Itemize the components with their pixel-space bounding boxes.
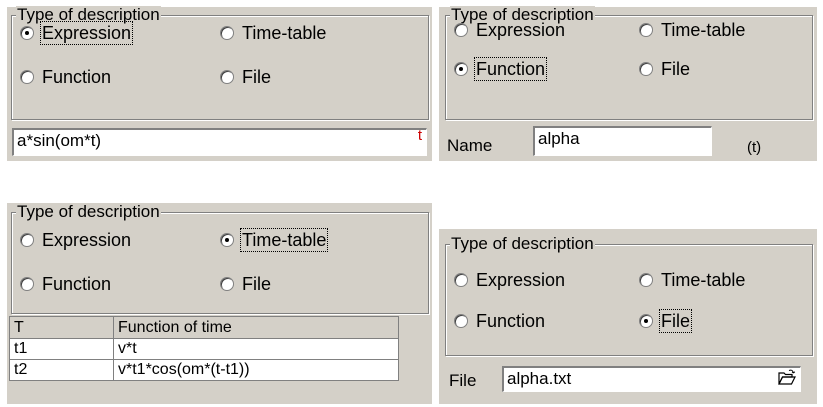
radio-selected-icon	[639, 314, 653, 328]
radio-selected-icon	[454, 62, 468, 76]
radio-timetable[interactable]: Time-table	[639, 269, 746, 291]
file-path-value: alpha.txt	[507, 369, 572, 388]
radio-icon	[639, 23, 653, 37]
timetable-panel: Type of description Expression Time-tabl…	[7, 203, 432, 404]
radio-timetable[interactable]: Time-table	[639, 19, 746, 41]
radio-label: Time-table	[239, 228, 329, 252]
radio-label: Expression	[42, 230, 132, 250]
file-label: File	[449, 371, 477, 390]
group-title: Type of description	[16, 202, 161, 221]
group-title: Type of description	[450, 234, 595, 253]
column-header-function[interactable]: Function of time	[113, 316, 399, 339]
radio-icon	[454, 314, 468, 328]
radio-expression[interactable]: Expression	[454, 19, 566, 41]
radio-selected-icon	[220, 233, 234, 247]
radio-label: Expression	[476, 20, 566, 40]
description-type-group: Type of description Expression Time-tabl…	[11, 203, 429, 314]
table-header-row: T Function of time	[9, 316, 399, 339]
radio-function[interactable]: Function	[20, 66, 112, 88]
expression-panel: Type of description Expression Time-tabl…	[7, 6, 432, 161]
table-row: t2 v*t1*cos(om*(t-t1))	[9, 359, 399, 381]
description-type-group: Type of description Expression Time-tabl…	[445, 6, 813, 120]
radio-selected-icon	[20, 26, 34, 40]
radio-icon	[20, 277, 34, 291]
radio-label: File	[242, 274, 272, 294]
radio-label: File	[661, 59, 691, 79]
radio-timetable[interactable]: Time-table	[220, 22, 327, 44]
radio-label: Function	[476, 311, 546, 331]
folder-open-icon[interactable]	[778, 369, 796, 386]
radio-icon	[20, 70, 34, 84]
column-header-t[interactable]: T	[9, 316, 114, 339]
function-panel: Type of description Expression Time-tabl…	[439, 6, 817, 161]
function-name-input[interactable]: alpha	[533, 126, 712, 156]
radio-function[interactable]: Function	[454, 310, 546, 332]
table-cell[interactable]: v*t1*cos(om*(t-t1))	[113, 359, 399, 381]
radio-function[interactable]: Function	[20, 273, 112, 295]
file-panel: Type of description Expression Time-tabl…	[439, 229, 817, 404]
radio-file[interactable]: File	[220, 66, 272, 88]
radio-expression[interactable]: Expression	[20, 21, 134, 45]
radio-function[interactable]: Function	[454, 57, 548, 81]
timetable-grid: T Function of time t1 v*t t2 v*t1*cos(om…	[9, 316, 399, 381]
file-path-input[interactable]: alpha.txt	[502, 366, 801, 392]
radio-label: Function	[473, 57, 548, 81]
radio-file[interactable]: File	[220, 273, 272, 295]
radio-expression[interactable]: Expression	[20, 229, 132, 251]
description-type-group: Type of description Expression Time-tabl…	[445, 235, 813, 356]
radio-icon	[20, 233, 34, 247]
radio-timetable[interactable]: Time-table	[220, 228, 329, 252]
radio-icon	[454, 23, 468, 37]
radio-expression[interactable]: Expression	[454, 269, 566, 291]
radio-label: Time-table	[242, 23, 327, 43]
radio-icon	[220, 277, 234, 291]
radio-label: Expression	[476, 270, 566, 290]
table-cell[interactable]: v*t	[113, 338, 399, 360]
table-cell[interactable]: t1	[9, 338, 114, 360]
radio-icon	[220, 26, 234, 40]
radio-file[interactable]: File	[639, 58, 691, 80]
function-name-value: alpha	[538, 129, 580, 148]
time-argument-label: (t)	[747, 139, 762, 156]
table-cell[interactable]: t2	[9, 359, 114, 381]
radio-label: File	[242, 67, 272, 87]
radio-label: Time-table	[661, 20, 746, 40]
radio-label: File	[658, 309, 693, 333]
radio-label: Function	[42, 274, 112, 294]
radio-label: Time-table	[661, 270, 746, 290]
radio-icon	[639, 62, 653, 76]
expression-input[interactable]: a*sin(om*t) t	[12, 128, 427, 156]
radio-icon	[639, 273, 653, 287]
description-type-group: Type of description Expression Time-tabl…	[11, 6, 429, 120]
radio-label: Expression	[39, 21, 134, 45]
radio-label: Function	[42, 67, 112, 87]
radio-icon	[454, 273, 468, 287]
time-variable-marker: t	[417, 128, 422, 144]
radio-file[interactable]: File	[639, 309, 693, 333]
table-row: t1 v*t	[9, 338, 399, 360]
expression-value: a*sin(om*t)	[17, 131, 102, 150]
radio-icon	[220, 70, 234, 84]
name-label: Name	[447, 136, 493, 155]
